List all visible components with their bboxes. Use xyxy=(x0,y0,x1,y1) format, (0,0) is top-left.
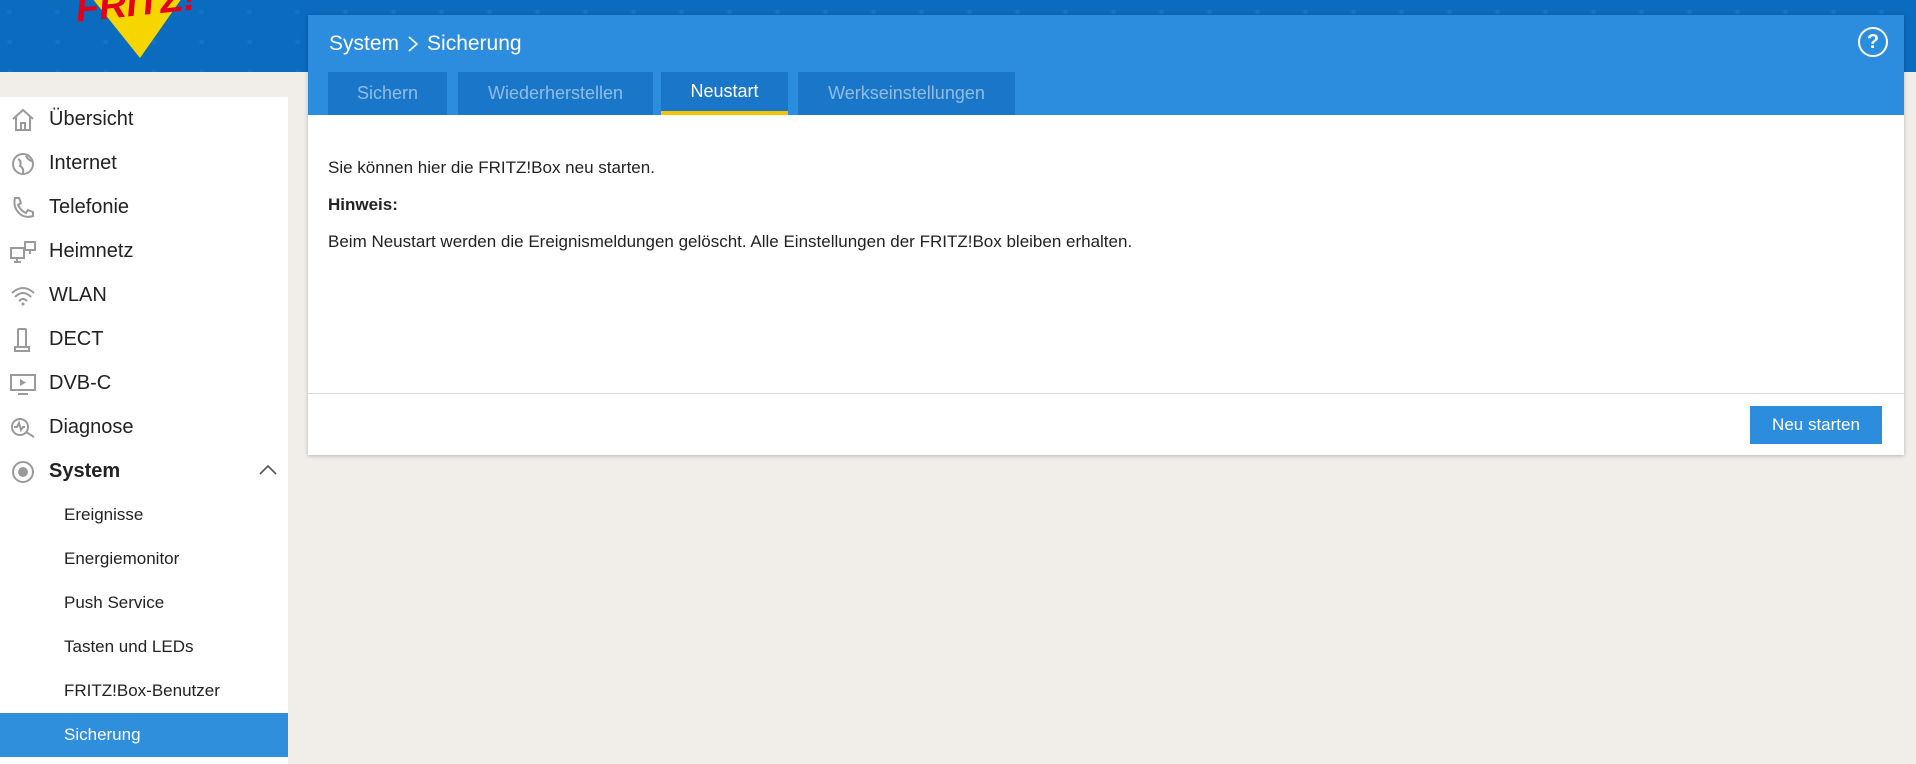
sidebar-subitem-push-service[interactable]: Push Service xyxy=(0,581,288,625)
fritz-logo: FRITZ! xyxy=(74,0,198,58)
sidebar-item-internet[interactable]: Internet xyxy=(0,141,288,185)
sidebar-item-label: DECT xyxy=(49,327,104,350)
divider xyxy=(308,393,1904,394)
sidebar-item-label: DVB-C xyxy=(49,371,112,394)
tv-icon xyxy=(10,374,36,395)
tab-werkseinstellungen[interactable]: Werkseinstellungen xyxy=(798,72,1015,115)
panel-header: System Sicherung ? Sichern Wiederherstel… xyxy=(308,15,1904,115)
sidebar-item-label: WLAN xyxy=(49,283,107,306)
sidebar-item-label: Internet xyxy=(49,151,117,174)
sidebar-subitem-label: Tasten und LEDs xyxy=(64,637,194,656)
sidebar-item-label: Telefonie xyxy=(49,195,130,218)
sidebar-item-dvb-c[interactable]: DVB-C xyxy=(0,361,288,405)
breadcrumb-item-system[interactable]: System xyxy=(329,32,399,56)
dect-phone-icon xyxy=(14,328,30,352)
sidebar-item-dect[interactable]: DECT xyxy=(0,317,288,361)
chevron-up-icon[interactable] xyxy=(258,462,278,478)
home-icon xyxy=(12,108,34,131)
sidebar-item-label: System xyxy=(49,459,121,482)
sidebar-subitem-label: Energiemonitor xyxy=(64,549,180,568)
tab-sichern[interactable]: Sichern xyxy=(328,72,447,115)
breadcrumb: System Sicherung xyxy=(329,32,522,56)
sidebar-subitem-label: FRITZ!Box-Benutzer xyxy=(64,681,220,700)
sidebar-item-heimnetz[interactable]: Heimnetz xyxy=(0,229,288,273)
sidebar-item-label: Diagnose xyxy=(49,415,134,438)
system-icon xyxy=(12,461,34,483)
sidebar-subitem-label: Sicherung xyxy=(64,725,141,744)
diagnose-icon xyxy=(11,418,35,438)
phone-icon xyxy=(13,197,34,218)
sidebar-item-label: Heimnetz xyxy=(49,239,134,262)
sidebar-subitem-ereignisse[interactable]: Ereignisse xyxy=(0,493,288,537)
hint-text: Beim Neustart werden die Ereignismeldung… xyxy=(328,232,1133,251)
sidebar: Übersicht Internet Telefonie Heimnetz WL… xyxy=(0,97,288,764)
sidebar-subitem-sicherung[interactable]: Sicherung xyxy=(0,713,288,757)
intro-text: Sie können hier die FRITZ!Box neu starte… xyxy=(328,158,655,177)
sidebar-item-label: Übersicht xyxy=(49,107,134,130)
chevron-right-icon xyxy=(408,36,419,52)
sidebar-subitem-fritzbox-benutzer[interactable]: FRITZ!Box-Benutzer xyxy=(0,669,288,713)
sidebar-item-telefonie[interactable]: Telefonie xyxy=(0,185,288,229)
globe-icon xyxy=(12,153,34,175)
hint-title: Hinweis: xyxy=(328,195,398,214)
sidebar-subitem-energiemonitor[interactable]: Energiemonitor xyxy=(0,537,288,581)
sidebar-item-diagnose[interactable]: Diagnose xyxy=(0,405,288,449)
sidebar-item-uebersicht[interactable]: Übersicht xyxy=(0,97,288,141)
help-icon[interactable]: ? xyxy=(1858,27,1888,57)
tab-wiederherstellen[interactable]: Wiederherstellen xyxy=(458,72,653,115)
breadcrumb-item-sicherung: Sicherung xyxy=(427,32,522,55)
wifi-icon xyxy=(11,287,35,306)
sidebar-subitem-label: Push Service xyxy=(64,593,165,612)
sidebar-item-wlan[interactable]: WLAN xyxy=(0,273,288,317)
tab-neustart[interactable]: Neustart xyxy=(661,72,788,115)
network-icon xyxy=(10,241,36,263)
main-panel: System Sicherung ? Sichern Wiederherstel… xyxy=(308,15,1904,455)
restart-button[interactable]: Neu starten xyxy=(1750,406,1882,444)
sidebar-item-system[interactable]: System xyxy=(0,449,288,493)
sidebar-subitem-tasten-und-leds[interactable]: Tasten und LEDs xyxy=(0,625,288,669)
sidebar-subitem-label: Ereignisse xyxy=(64,505,144,524)
